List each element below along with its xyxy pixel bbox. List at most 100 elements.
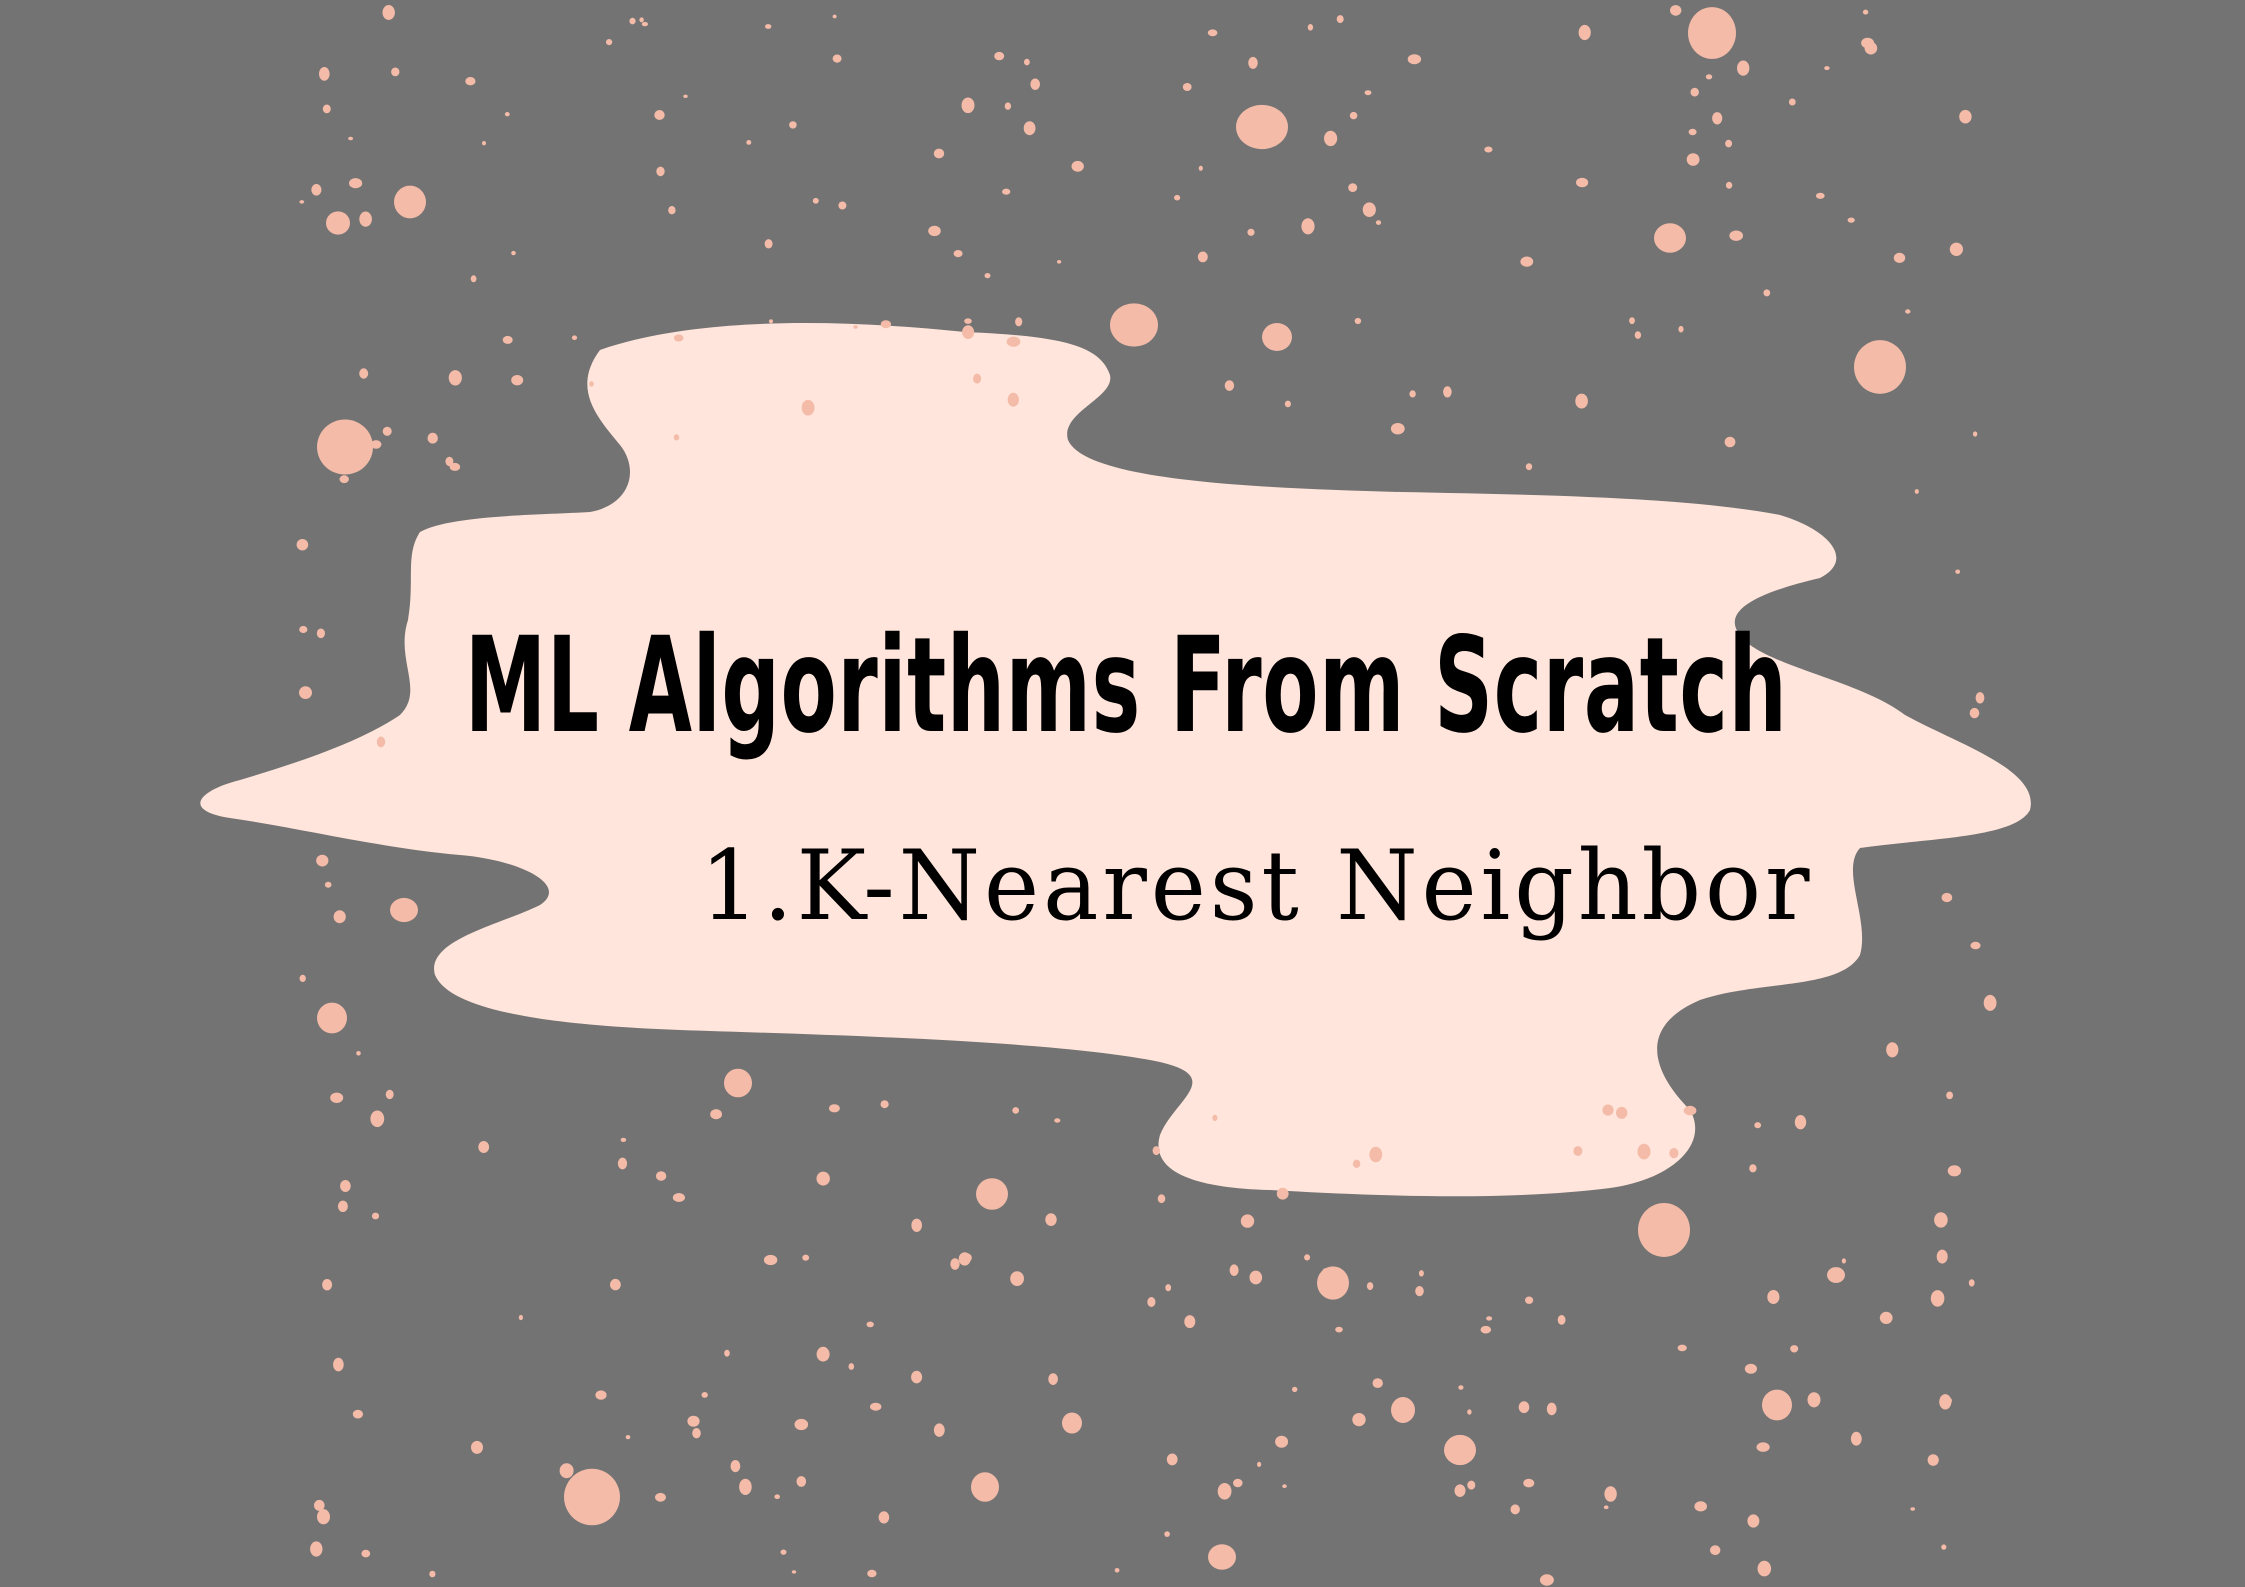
splatter-dot [853,325,858,329]
splatter-dot [1936,1249,1948,1264]
splatter-dot [1152,1146,1161,1156]
splatter-dot [1157,1194,1166,1204]
splatter-dot [1767,1290,1780,1304]
splatter-dot [838,201,847,210]
splatter-dot [828,1104,840,1113]
splatter-dot [655,1492,666,1502]
splatter-dot [1654,223,1686,253]
splatter-dot [928,225,941,237]
splatter-dot [848,1363,855,1370]
splatter-dot [984,273,991,279]
splatter-dot [1688,7,1736,59]
page-title: ML Algorithms From Scratch [464,609,1788,763]
splatter-dot [1824,66,1830,71]
splatter-dot [1322,1268,1329,1273]
splatter-dot [1398,1411,1405,1418]
splatter-dot [870,1402,882,1411]
splatter-dot [564,1468,620,1526]
page-subtitle: 1.K-Nearest Neighbor [700,830,1814,942]
splatter-dot [1362,202,1376,217]
splatter-dot [617,1157,628,1170]
splatter-dot [310,1541,323,1557]
splatter-dot [376,736,386,748]
splatter-dot [606,39,613,46]
splatter-dot [878,1511,890,1524]
splatter-dot [361,1549,371,1558]
splatter-dot [1335,1326,1343,1333]
splatter-dot [1905,309,1911,314]
splatter-dot [962,325,975,339]
splatter-dot [1725,181,1733,189]
splatter-dot [1484,146,1493,153]
splatter-dot [1336,15,1344,24]
splatter-dot [370,1110,385,1128]
splatter-dot [639,17,644,23]
splatter-dot [1983,994,1997,1011]
splatter-dot [724,1349,730,1357]
splatter-dot [763,1254,778,1266]
splatter-dot [1939,1394,1952,1410]
splatter-dot [1006,336,1021,347]
splatter-dot [739,1478,752,1495]
splatter-dot [511,250,516,256]
splatter-dot [961,97,975,114]
splatter-dot [654,110,665,120]
splatter-dot [1969,707,1980,719]
splatter-dot [1317,1266,1349,1300]
splatter-dot [1165,1284,1172,1292]
splatter-dot [1886,1042,1899,1058]
splatter-dot [1197,251,1208,263]
splatter-dot [448,370,462,386]
splatter-dot [1677,1344,1687,1352]
splatter-dot [1669,1148,1679,1159]
splatter-dot [471,1440,483,1454]
splatter-dot [1182,83,1192,91]
splatter-dot [692,1428,701,1439]
splatter-dot [1486,1316,1493,1321]
splatter-dot [1638,1203,1690,1257]
splatter-dot [470,275,477,283]
splatter-dot [1941,892,1953,903]
splatter-dot [1557,1315,1566,1325]
splatter-dot [518,1314,524,1321]
splatter-dot [317,1002,347,1034]
splatter-dot [319,67,330,81]
splatter-dot [1968,1279,1975,1287]
splatter-dot [673,434,680,441]
splatter-dot [1247,228,1255,236]
splatter-dot [933,1423,945,1437]
splatter-dot [449,462,461,471]
splatter-dot [1030,78,1040,90]
splatter-dot [1634,331,1642,339]
splatter-dot [1744,1363,1757,1374]
splatter-dot [1686,153,1700,166]
splatter-dot [1004,102,1012,110]
splatter-dot [1048,1373,1058,1385]
splatter-dot [1369,1146,1383,1163]
splatter-dot [971,1472,999,1502]
splatter-background [200,5,2031,1586]
splatter-dot [672,1193,686,1202]
splatter-dot [1375,220,1382,226]
splatter-dot [1879,1311,1893,1324]
splatter-dot [571,335,578,341]
splatter-dot [317,1509,330,1525]
splatter-dot [337,1200,348,1213]
splatter-dot [1002,188,1011,195]
splatter-dot [467,77,473,84]
splatter-dot [1007,392,1019,407]
splatter-dot [1972,431,1978,437]
splatter-dot [1910,1507,1915,1511]
splatter-dot [1301,218,1315,235]
splatter-dot [1352,1159,1361,1169]
splatter-dot [1754,1122,1762,1129]
splatter-dot [333,910,346,924]
splatter-dot [1071,160,1084,172]
splatter-dot [1324,130,1338,147]
splatter-dot [1467,1480,1476,1490]
splatter-dot [352,1409,363,1419]
splatter-dot [478,1141,490,1153]
splatter-dot [1862,9,1869,15]
splatter-dot [911,1370,923,1384]
splatter-dot [1110,303,1158,347]
